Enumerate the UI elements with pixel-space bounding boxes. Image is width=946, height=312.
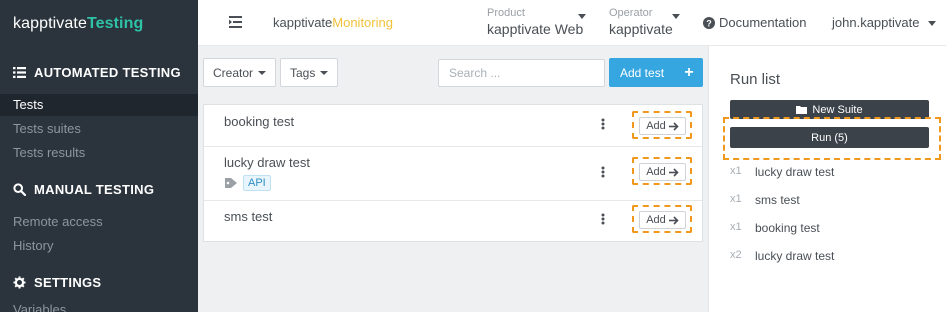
section-title: SETTINGS bbox=[34, 275, 102, 290]
queue-test-name: lucky draw test bbox=[755, 165, 835, 179]
add-to-run-button[interactable]: Add bbox=[639, 117, 686, 135]
sidebar: kapptivateTesting AUTOMATED TESTING Test… bbox=[0, 0, 198, 312]
app-title-accent: Monitoring bbox=[332, 15, 393, 30]
test-name: lucky draw test bbox=[224, 155, 310, 170]
queue-test-name: sms test bbox=[755, 193, 800, 207]
add-test-button[interactable]: Add test + bbox=[609, 58, 703, 87]
product-chevron-down-icon[interactable] bbox=[578, 14, 586, 19]
tests-main: Creator Tags Add test + booking test Add… bbox=[198, 46, 708, 312]
sidebar-item-remote-access[interactable]: Remote access bbox=[13, 214, 103, 229]
section-manual-testing[interactable]: MANUAL TESTING bbox=[13, 182, 154, 197]
run-highlight: Run (5) bbox=[723, 117, 941, 160]
more-vertical-icon[interactable] bbox=[601, 166, 605, 178]
operator-value: kapptivate bbox=[609, 21, 673, 37]
arrow-right-icon bbox=[668, 167, 679, 177]
app-title-main: kapptivate bbox=[273, 15, 333, 30]
section-automated-testing[interactable]: AUTOMATED TESTING bbox=[13, 65, 181, 80]
add-to-run-button[interactable]: Add bbox=[639, 211, 686, 229]
section-settings[interactable]: SETTINGS bbox=[13, 275, 101, 290]
plus-icon: + bbox=[684, 63, 694, 81]
product-select[interactable]: Product kapptivate Web bbox=[487, 7, 583, 37]
queue-test-name: booking test bbox=[755, 221, 820, 235]
add-label: Add bbox=[646, 120, 666, 132]
brand-main: kapptivate bbox=[13, 15, 87, 32]
svg-text:?: ? bbox=[706, 18, 712, 28]
add-highlight: Add bbox=[632, 205, 692, 233]
list-icon bbox=[13, 67, 26, 78]
menu-toggle-icon[interactable] bbox=[229, 15, 245, 29]
run-list-title: Run list bbox=[730, 71, 781, 88]
run-queue-item[interactable]: x2 lucky draw test bbox=[730, 249, 834, 263]
sidebar-item-variables[interactable]: Variables bbox=[13, 302, 66, 312]
user-chevron-down-icon[interactable] bbox=[928, 21, 936, 26]
queue-multiplier: x2 bbox=[730, 249, 742, 261]
user-name: john.kapptivate bbox=[832, 15, 920, 30]
operator-label: Operator bbox=[609, 7, 653, 19]
product-label: Product bbox=[487, 7, 525, 19]
add-label: Add bbox=[646, 166, 666, 178]
sidebar-item-history[interactable]: History bbox=[13, 238, 53, 253]
sidebar-item-tests-suites[interactable]: Tests suites bbox=[13, 121, 81, 136]
chevron-down-icon bbox=[320, 70, 329, 75]
test-row[interactable]: lucky draw test API Add bbox=[204, 147, 702, 201]
tag-icon bbox=[225, 178, 237, 188]
queue-test-name: lucky draw test bbox=[755, 249, 835, 263]
test-name: booking test bbox=[224, 114, 295, 129]
add-highlight: Add bbox=[632, 157, 692, 185]
add-to-run-button[interactable]: Add bbox=[639, 163, 686, 181]
search-input[interactable] bbox=[438, 59, 605, 87]
test-name: sms test bbox=[224, 209, 273, 224]
run-list-panel: Run list New Suite Run (5) x1 lucky draw… bbox=[708, 46, 946, 312]
tags-filter-button[interactable]: Tags bbox=[280, 58, 339, 87]
tags-filter-label: Tags bbox=[290, 65, 316, 80]
user-menu[interactable]: john.kapptivate bbox=[832, 15, 919, 30]
more-vertical-icon[interactable] bbox=[601, 213, 605, 225]
creator-filter-label: Creator bbox=[213, 65, 254, 80]
arrow-right-icon bbox=[668, 215, 679, 225]
add-highlight: Add bbox=[632, 111, 692, 139]
tag-badge[interactable]: API bbox=[243, 175, 271, 191]
section-title: AUTOMATED TESTING bbox=[34, 65, 181, 80]
sidebar-item-tests[interactable]: Tests bbox=[0, 94, 198, 116]
question-circle-icon: ? bbox=[703, 16, 715, 29]
more-vertical-icon[interactable] bbox=[601, 118, 605, 130]
documentation-label: Documentation bbox=[719, 15, 807, 30]
chevron-down-icon bbox=[258, 70, 267, 75]
arrow-right-icon bbox=[668, 121, 679, 131]
brand-accent: Testing bbox=[86, 15, 144, 32]
product-value: kapptivate Web bbox=[487, 21, 584, 37]
run-queue-item[interactable]: x1 sms test bbox=[730, 193, 800, 207]
test-list: booking test Add lucky draw test API Add bbox=[203, 104, 703, 242]
section-title: MANUAL TESTING bbox=[34, 182, 155, 197]
new-suite-label: New Suite bbox=[812, 103, 863, 116]
brand-logo[interactable]: kapptivateTesting bbox=[13, 15, 143, 33]
app-title: kapptivateMonitoring bbox=[273, 15, 393, 30]
queue-multiplier: x1 bbox=[730, 193, 742, 205]
folder-icon bbox=[796, 106, 808, 114]
run-button[interactable]: Run (5) bbox=[730, 127, 929, 148]
test-row[interactable]: booking test Add bbox=[204, 105, 702, 147]
operator-select[interactable]: Operator kapptivate bbox=[609, 7, 673, 37]
operator-chevron-down-icon[interactable] bbox=[672, 14, 680, 19]
add-label: Add bbox=[646, 214, 666, 226]
sidebar-item-tests-results[interactable]: Tests results bbox=[13, 145, 85, 160]
queue-multiplier: x1 bbox=[730, 165, 742, 177]
creator-filter-button[interactable]: Creator bbox=[203, 58, 277, 87]
queue-multiplier: x1 bbox=[730, 221, 742, 233]
gear-icon bbox=[13, 276, 26, 289]
search-icon bbox=[13, 183, 26, 196]
add-test-label: Add test bbox=[620, 65, 665, 80]
top-bar: kapptivateMonitoring Product kapptivate … bbox=[198, 0, 946, 46]
run-queue-item[interactable]: x1 booking test bbox=[730, 221, 820, 235]
documentation-link[interactable]: ? Documentation bbox=[703, 15, 806, 30]
run-queue-item[interactable]: x1 lucky draw test bbox=[730, 165, 834, 179]
test-row[interactable]: sms test Add bbox=[204, 201, 702, 241]
